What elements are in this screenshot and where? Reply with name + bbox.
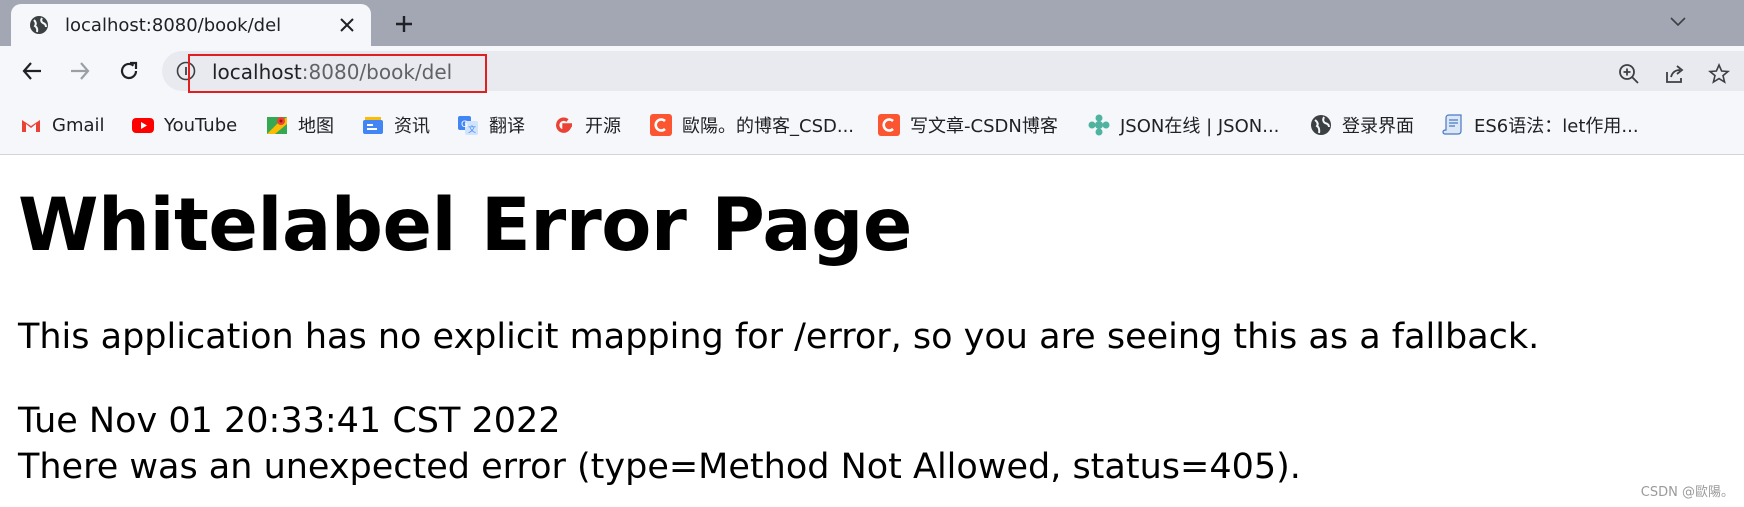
bookmark-maps[interactable]: 地图	[266, 112, 334, 138]
star-icon[interactable]	[1706, 61, 1732, 87]
tab-strip: localhost:8080/book/del	[0, 0, 1744, 46]
gmail-icon	[20, 114, 42, 136]
svg-text:G: G	[461, 120, 468, 130]
browser-window: localhost:8080/book/del localhost:8080/b…	[0, 0, 1744, 507]
bookmark-label: 写文章-CSDN博客	[910, 116, 1058, 137]
bookmark-translate[interactable]: G 文 翻译	[457, 112, 525, 138]
page-title: Whitelabel Error Page	[18, 183, 912, 268]
bookmark-login[interactable]: 登录界面	[1310, 112, 1414, 138]
bookmark-label: 翻译	[489, 116, 525, 137]
csdn-icon	[878, 114, 900, 136]
arrow-left-icon[interactable]	[17, 56, 47, 86]
bookmark-label: JSON在线 | JSON...	[1120, 116, 1280, 137]
bookmark-label: 开源	[585, 116, 621, 137]
bookmark-label: ES6语法：let作用...	[1474, 116, 1639, 137]
document-icon	[1442, 114, 1464, 136]
maps-icon	[266, 114, 288, 136]
bookmark-csdn-write[interactable]: 写文章-CSDN博客	[878, 112, 1058, 138]
google-icon	[553, 114, 575, 136]
svg-text:文: 文	[468, 124, 476, 134]
zoom-in-icon[interactable]	[1616, 61, 1642, 87]
globe-icon	[1310, 114, 1332, 136]
plus-icon[interactable]	[390, 10, 418, 38]
active-tab[interactable]: localhost:8080/book/del	[11, 4, 371, 46]
youtube-icon	[132, 114, 154, 136]
page-content: Whitelabel Error Page This application h…	[0, 155, 1744, 507]
url-text[interactable]: localhost:8080/book/del	[212, 60, 452, 84]
chevron-down-icon[interactable]	[1664, 10, 1692, 34]
bookmark-opensource[interactable]: 开源	[553, 112, 621, 138]
url-path: :8080/book/del	[301, 60, 453, 84]
translate-icon: G 文	[457, 114, 479, 136]
json-icon	[1088, 114, 1110, 136]
bookmark-csdn-blog[interactable]: 歐陽。的博客_CSD...	[650, 112, 854, 138]
bookmark-label: 资讯	[394, 116, 430, 137]
bookmark-label: Gmail	[52, 114, 105, 136]
bookmark-gmail[interactable]: Gmail	[20, 112, 105, 138]
share-icon[interactable]	[1662, 61, 1688, 87]
bookmark-json[interactable]: JSON在线 | JSON...	[1088, 112, 1279, 138]
error-timestamp: Tue Nov 01 20:33:41 CST 2022	[18, 401, 561, 441]
error-detail: There was an unexpected error (type=Meth…	[18, 447, 1301, 487]
news-icon	[362, 114, 384, 136]
globe-icon	[29, 15, 49, 35]
info-icon[interactable]	[176, 61, 196, 81]
bookmark-es6[interactable]: ES6语法：let作用...	[1442, 112, 1639, 138]
bookmarks-bar: Gmail YouTube 地图 资讯 G 文 翻译 开源 歐陽。的博客_CSD…	[0, 96, 1744, 155]
bookmark-news[interactable]: 资讯	[362, 112, 430, 138]
bookmark-label: YouTube	[164, 114, 238, 136]
csdn-icon	[650, 114, 672, 136]
tab-title: localhost:8080/book/del	[65, 15, 282, 36]
bookmark-youtube[interactable]: YouTube	[132, 112, 237, 138]
bookmark-label: 登录界面	[1342, 116, 1414, 137]
watermark: CSDN @歐陽。	[1640, 485, 1734, 500]
bookmark-label: 地图	[298, 116, 334, 137]
close-icon[interactable]	[335, 13, 359, 37]
error-explanation: This application has no explicit mapping…	[18, 317, 1540, 357]
reload-icon[interactable]	[114, 56, 144, 86]
url-host: localhost	[212, 60, 302, 84]
toolbar: localhost:8080/book/del	[0, 46, 1744, 96]
arrow-right-icon[interactable]	[65, 56, 95, 86]
bookmark-label: 歐陽。的博客_CSD...	[682, 116, 855, 137]
address-bar[interactable]: localhost:8080/book/del	[162, 51, 1744, 91]
